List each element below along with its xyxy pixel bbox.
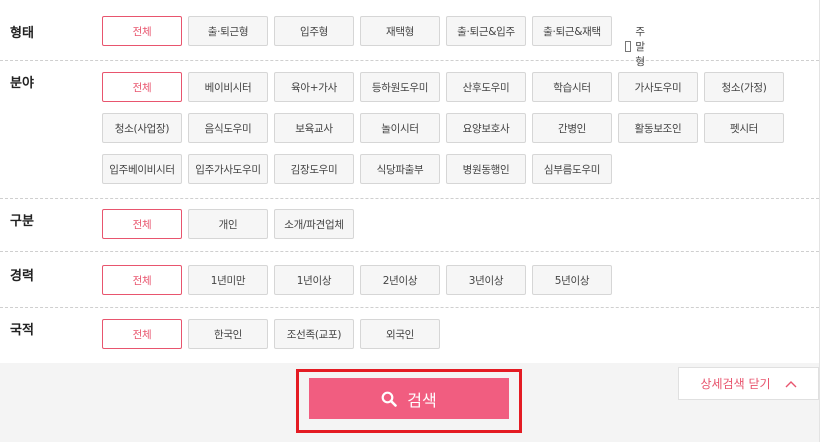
field-option-caregiver[interactable]: 요양보호사	[446, 113, 526, 143]
career-option-all[interactable]: 전체	[102, 265, 182, 295]
nationality-option-foreigner[interactable]: 외국인	[360, 319, 440, 349]
search-footer: 검색 상세검색 닫기	[0, 363, 819, 442]
filter-row-category: 구분 전체 개인 소개/파견업체	[0, 199, 819, 252]
career-option-1y-plus[interactable]: 1년이상	[274, 265, 354, 295]
category-option-agency[interactable]: 소개/파견업체	[274, 209, 354, 239]
field-option-cleaning-home[interactable]: 청소(가정)	[704, 72, 784, 102]
field-option-postpartum[interactable]: 산후도우미	[446, 72, 526, 102]
nationality-option-korean-chinese[interactable]: 조선족(교포)	[274, 319, 354, 349]
career-option-3y-plus[interactable]: 3년이상	[446, 265, 526, 295]
field-option-cooking[interactable]: 음식도우미	[188, 113, 268, 143]
field-option-school-escort[interactable]: 등하원도우미	[360, 72, 440, 102]
filter-label-type: 형태	[10, 26, 34, 41]
field-option-housekeeper[interactable]: 가사도우미	[618, 72, 698, 102]
weekend-checkbox[interactable]	[625, 41, 632, 52]
filter-label-field: 분야	[10, 76, 34, 91]
category-option-all[interactable]: 전체	[102, 209, 182, 239]
search-button[interactable]: 검색	[309, 378, 509, 419]
filter-row-field: 분야 전체 베이비시터 육아+가사 등하원도우미 산후도우미 학습시터 가사도우…	[0, 61, 819, 199]
career-option-2y-plus[interactable]: 2년이상	[360, 265, 440, 295]
field-option-activity-assistant[interactable]: 활동보조인	[618, 113, 698, 143]
type-option-commute-home[interactable]: 출·퇴근&재택	[532, 16, 612, 46]
field-option-babysitter[interactable]: 베이비시터	[188, 72, 268, 102]
type-option-live-in[interactable]: 입주형	[274, 16, 354, 46]
field-option-cleaning-business[interactable]: 청소(사업장)	[102, 113, 182, 143]
detail-search-panel: 형태 전체 출·퇴근형 입주형 재택형 출·퇴근&입주 출·퇴근&재택 주말형 …	[0, 0, 820, 442]
career-option-5y-plus[interactable]: 5년이상	[532, 265, 612, 295]
field-option-errand-helper[interactable]: 심부름도우미	[532, 154, 612, 184]
type-option-commute-live-in[interactable]: 출·퇴근&입주	[446, 16, 526, 46]
field-option-kimchi-helper[interactable]: 김장도우미	[274, 154, 354, 184]
nationality-option-korean[interactable]: 한국인	[188, 319, 268, 349]
field-option-nurse-aide[interactable]: 간병인	[532, 113, 612, 143]
chevron-up-icon	[785, 377, 797, 391]
field-option-all[interactable]: 전체	[102, 72, 182, 102]
career-option-under-1y[interactable]: 1년미만	[188, 265, 268, 295]
nationality-option-all[interactable]: 전체	[102, 319, 182, 349]
field-option-childcare-housework[interactable]: 육아+가사	[274, 72, 354, 102]
field-option-restaurant-helper[interactable]: 식당파출부	[360, 154, 440, 184]
field-option-pet-sitter[interactable]: 펫시터	[704, 113, 784, 143]
field-option-study-sitter[interactable]: 학습시터	[532, 72, 612, 102]
field-option-live-in-babysitter[interactable]: 입주베이비시터	[102, 154, 182, 184]
filter-label-nationality: 국적	[10, 323, 34, 338]
category-option-individual[interactable]: 개인	[188, 209, 268, 239]
filter-label-category: 구분	[10, 214, 34, 229]
field-option-live-in-housekeeper[interactable]: 입주가사도우미	[188, 154, 268, 184]
filter-row-type: 형태 전체 출·퇴근형 입주형 재택형 출·퇴근&입주 출·퇴근&재택 주말형	[0, 0, 819, 68]
filter-row-career: 경력 전체 1년미만 1년이상 2년이상 3년이상 5년이상	[0, 252, 819, 308]
field-option-nursery-teacher[interactable]: 보육교사	[274, 113, 354, 143]
filter-label-career: 경력	[10, 269, 34, 284]
close-detail-search-label: 상세검색 닫기	[700, 377, 771, 391]
search-icon	[381, 391, 398, 407]
search-button-label: 검색	[407, 392, 437, 410]
close-detail-search-button[interactable]: 상세검색 닫기	[678, 367, 819, 400]
field-option-hospital-companion[interactable]: 병원동행인	[446, 154, 526, 184]
field-option-play-sitter[interactable]: 놀이시터	[360, 113, 440, 143]
type-option-all[interactable]: 전체	[102, 16, 182, 46]
type-option-commute[interactable]: 출·퇴근형	[188, 16, 268, 46]
type-option-home[interactable]: 재택형	[360, 16, 440, 46]
filter-row-nationality: 국적 전체 한국인 조선족(교포) 외국인	[0, 308, 819, 363]
